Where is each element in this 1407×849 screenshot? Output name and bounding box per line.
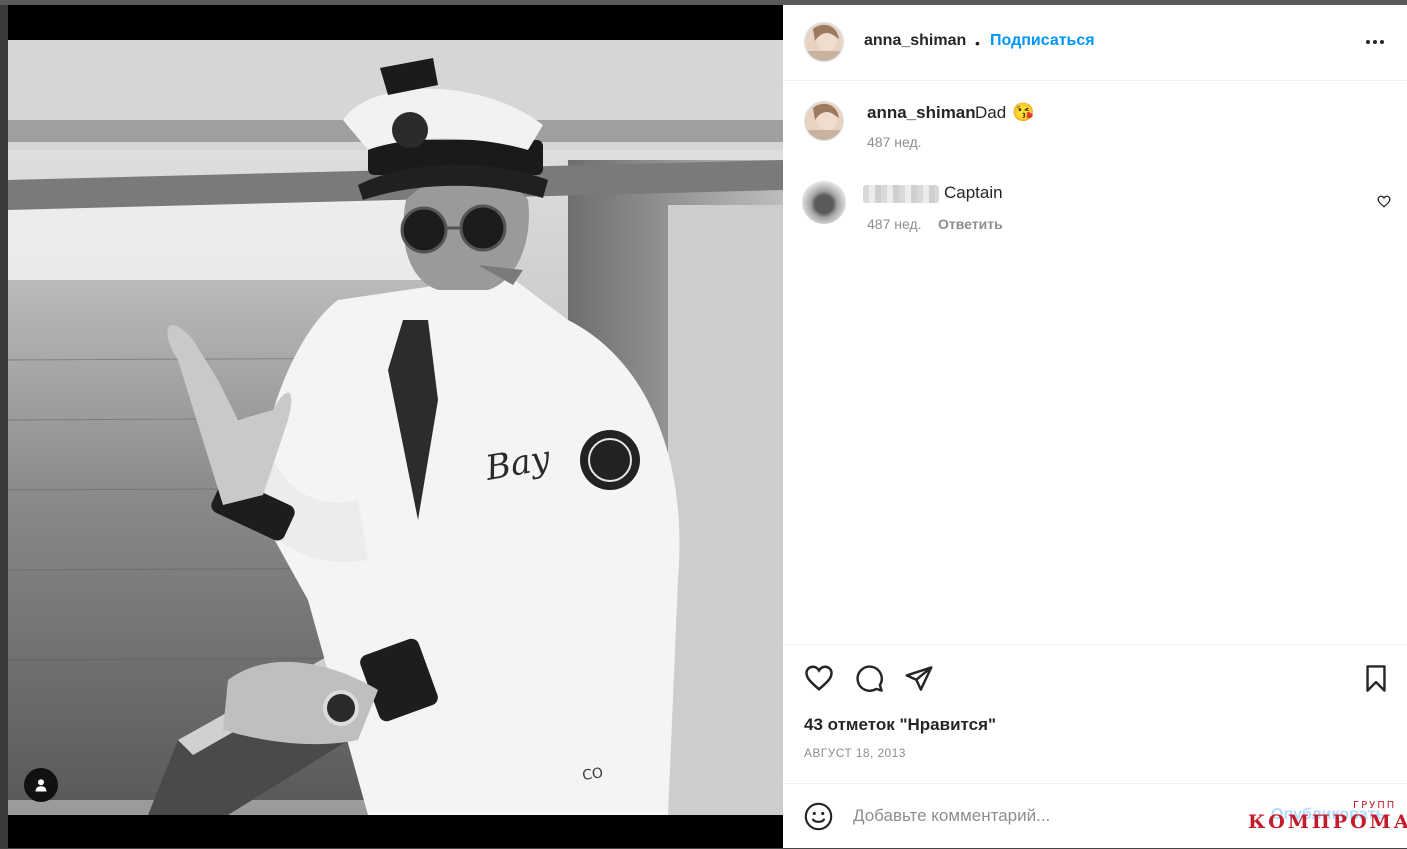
caption-text: Dad — [975, 103, 1007, 122]
comment-text: Captain — [944, 183, 1003, 202]
author-avatar-image — [805, 23, 843, 61]
user-tag-icon — [35, 779, 47, 792]
likes-count[interactable]: 43 отметок "Нравится" — [804, 715, 996, 735]
post-date[interactable]: АВГУСТ 18, 2013 — [804, 746, 906, 760]
commenter-username-pixelated[interactable] — [863, 185, 939, 203]
comment-icon[interactable] — [855, 664, 884, 693]
caption-avatar[interactable] — [804, 101, 844, 141]
author-username[interactable]: anna_shiman — [864, 32, 966, 50]
window-left-edge — [0, 5, 8, 848]
svg-text:CO: CO — [581, 765, 604, 784]
header-separator: • — [975, 35, 980, 51]
comment-time[interactable]: 487 нед. — [867, 216, 922, 232]
watermark-logo: КОМПРОМАТ — [1248, 811, 1407, 833]
smiley-icon[interactable] — [804, 802, 833, 831]
comment-like-heart-icon[interactable] — [1377, 195, 1391, 208]
add-comment-bar: Добавьте комментарий... Опубликовать ГРУ… — [783, 783, 1407, 849]
paper-plane-icon[interactable] — [904, 665, 934, 692]
post-media: Bay CO — [8, 5, 783, 848]
caption-avatar-image — [805, 102, 843, 140]
post-photo: Bay CO — [8, 40, 783, 815]
commenter-avatar-pixelated[interactable] — [802, 180, 846, 224]
post-details-panel: anna_shiman • Подписаться anna_shiman Da… — [783, 5, 1407, 848]
caption-username[interactable]: anna_shiman — [867, 103, 976, 123]
post-header: anna_shiman • Подписаться — [783, 5, 1407, 81]
user-tag-button[interactable] — [24, 768, 58, 802]
more-options-icon[interactable] — [1365, 39, 1385, 45]
caption-time[interactable]: 487 нед. — [867, 134, 922, 150]
author-avatar[interactable] — [804, 22, 844, 62]
comment-input[interactable]: Добавьте комментарий... — [853, 806, 1050, 826]
reply-button[interactable]: Ответить — [938, 216, 1003, 232]
caption-emoji: 😘 — [1012, 102, 1035, 122]
heart-icon[interactable] — [804, 664, 834, 692]
bookmark-icon[interactable] — [1363, 664, 1389, 693]
follow-button[interactable]: Подписаться — [990, 32, 1095, 50]
watermark-small-text: ГРУПП — [1353, 800, 1397, 811]
